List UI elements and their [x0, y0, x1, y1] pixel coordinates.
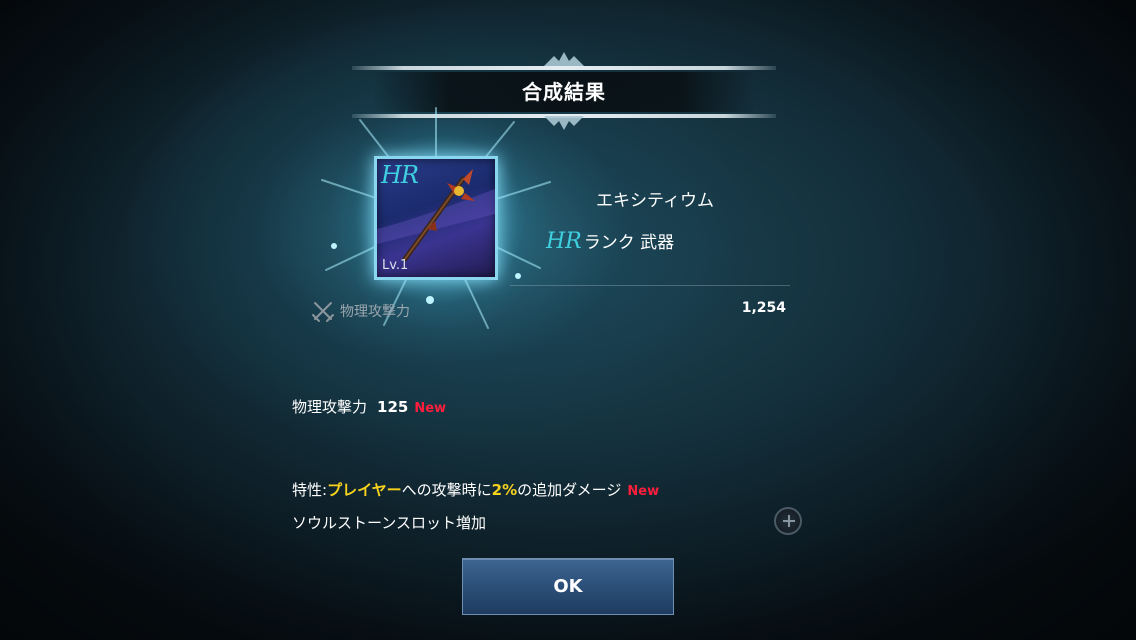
add-slot-plus-button[interactable]	[774, 507, 802, 535]
trait-line: 特性:プレイヤーへの攻撃時に2%の追加ダメージ New	[292, 479, 659, 500]
rank-badge: HR	[546, 229, 582, 254]
banner-crest-top	[544, 52, 584, 66]
item-rank-label: HR	[381, 161, 419, 189]
trait-target: プレイヤー	[327, 481, 402, 499]
item-name: エキシティウム	[596, 191, 714, 211]
trait-prefix: 特性:	[292, 481, 328, 499]
ok-button[interactable]: OK	[462, 558, 674, 615]
stat-label: 物理攻撃力	[340, 304, 410, 320]
stat-value: 1,254	[741, 300, 786, 316]
new-bonus-line: 物理攻撃力 125 New	[292, 396, 446, 417]
trait-percent: 2%	[491, 481, 518, 499]
crossed-swords-icon	[312, 302, 334, 322]
bonus-value: 125	[377, 398, 409, 416]
trait-suffix: の追加ダメージ	[517, 481, 622, 499]
trait-mid: への攻撃時に	[401, 481, 492, 499]
divider	[510, 285, 790, 286]
item-icon-card[interactable]: HR Lv.1	[374, 156, 498, 280]
trait-new-badge: New	[627, 484, 660, 499]
new-badge: New	[414, 401, 447, 416]
soulstone-slot-text: ソウルストーンスロット増加	[292, 514, 486, 532]
item-level-label: Lv.1	[382, 258, 409, 273]
banner-line-top	[352, 66, 776, 70]
rank-text: ランク 武器	[583, 233, 675, 253]
item-rank-line: HR ランク 武器	[546, 228, 674, 254]
bonus-label: 物理攻撃力	[292, 398, 368, 416]
